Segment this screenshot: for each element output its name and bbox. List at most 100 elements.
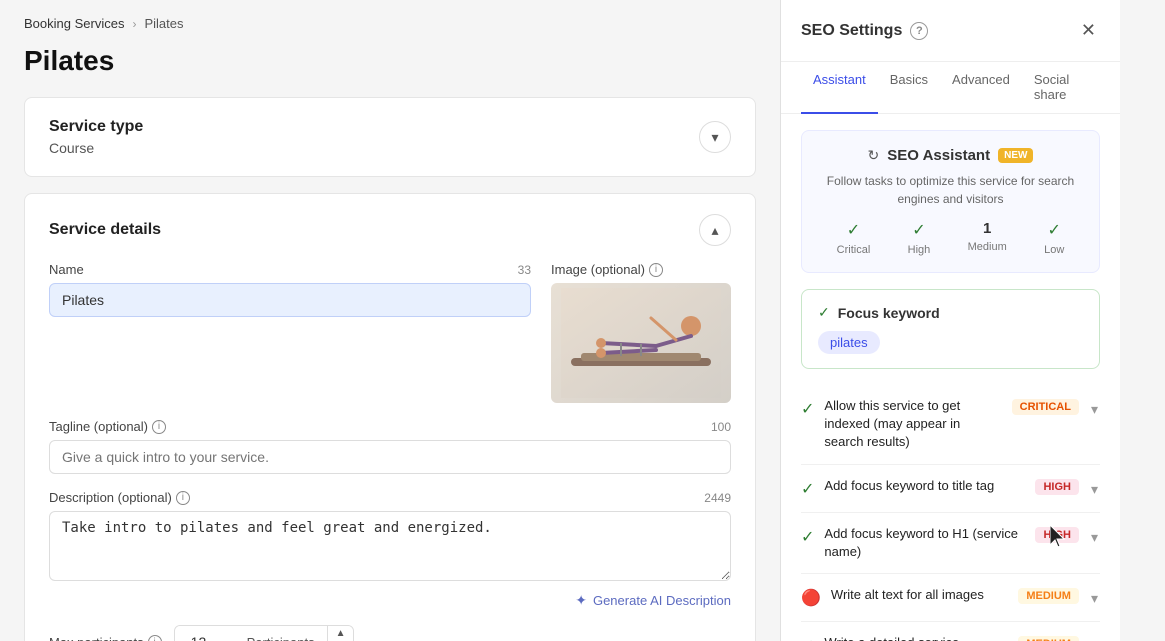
status-low: ✓ Low: [1044, 220, 1064, 256]
name-field-col: Name 33: [49, 262, 531, 403]
seo-header: SEO Settings ? ✕: [781, 0, 1120, 62]
task-index-badge: CRITICAL: [1012, 399, 1079, 415]
tagline-label-row: Tagline (optional) i 100: [49, 419, 731, 434]
max-participants-label: Max participants i: [49, 635, 162, 641]
image-label: Image (optional) i: [551, 262, 663, 277]
task-desc-check: ✓: [801, 636, 814, 641]
task-h1-info: Add focus keyword to H1 (service name): [824, 525, 1025, 561]
participants-info-icon[interactable]: i: [148, 635, 162, 641]
pilates-image-svg: [561, 288, 721, 398]
name-image-row: Name 33 Image (optional) i: [49, 262, 731, 403]
service-details-card: Service details ▴ Name 33 Imag: [24, 193, 756, 641]
task-title-info: Add focus keyword to title tag: [824, 477, 1025, 495]
task-alt-info: Write alt text for all images: [831, 586, 1008, 604]
assistant-desc: Follow tasks to optimize this service fo…: [818, 172, 1083, 208]
ai-sparkle-icon: ✦: [575, 592, 587, 609]
critical-check: ✓: [847, 220, 860, 240]
seo-help-icon[interactable]: ?: [910, 22, 928, 40]
focus-keyword-header: ✓ Focus keyword: [818, 304, 1083, 321]
focus-keyword-title: Focus keyword: [838, 305, 940, 321]
service-type-toggle[interactable]: ▾: [699, 121, 731, 153]
task-index: ✓ Allow this service to get indexed (may…: [801, 385, 1100, 464]
status-row: ✓ Critical ✓ High 1 Medium ✓ Low: [818, 220, 1083, 256]
tagline-info-icon[interactable]: i: [152, 420, 166, 434]
seo-title: SEO Settings ?: [801, 22, 928, 40]
service-details-title: Service details: [49, 221, 161, 239]
tab-assistant[interactable]: Assistant: [801, 62, 878, 114]
tagline-label: Tagline (optional) i: [49, 419, 166, 434]
service-type-header: Service type Course ▾: [49, 118, 731, 156]
page-title: Pilates: [24, 45, 756, 77]
service-details-toggle[interactable]: ▴: [699, 214, 731, 246]
breadcrumb: Booking Services › Pilates: [24, 16, 756, 31]
breadcrumb-parent[interactable]: Booking Services: [24, 16, 124, 31]
tagline-input[interactable]: [49, 440, 731, 474]
image-info-icon[interactable]: i: [649, 263, 663, 277]
assistant-box: ↻ SEO Assistant NEW Follow tasks to opti…: [801, 130, 1100, 273]
image-label-row: Image (optional) i: [551, 262, 731, 277]
assistant-header: ↻ SEO Assistant NEW: [818, 147, 1083, 164]
critical-label: Critical: [837, 244, 871, 256]
tab-social-share[interactable]: Social share: [1022, 62, 1100, 114]
task-h1: ✓ Add focus keyword to H1 (service name)…: [801, 512, 1100, 573]
task-index-info: Allow this service to get indexed (may a…: [824, 397, 1001, 452]
participants-stepper[interactable]: 12 Participants ▲ ▼: [174, 625, 355, 641]
left-panel: Booking Services › Pilates Pilates Servi…: [0, 0, 780, 641]
task-index-expand[interactable]: ▾: [1089, 399, 1100, 420]
stepper-arrows[interactable]: ▲ ▼: [327, 626, 354, 641]
task-title-check: ✓: [801, 479, 814, 499]
pilates-image: [551, 283, 731, 403]
image-field-col: Image (optional) i: [551, 262, 731, 403]
task-alt-check: 🔴: [801, 588, 821, 608]
description-label: Description (optional) i: [49, 490, 190, 505]
description-info-icon[interactable]: i: [176, 491, 190, 505]
task-index-name: Allow this service to get indexed (may a…: [824, 398, 960, 449]
participants-unit: Participants: [235, 627, 327, 641]
name-input[interactable]: [49, 283, 531, 317]
assistant-title: SEO Assistant: [887, 147, 990, 164]
service-type-info: Service type Course: [49, 118, 143, 156]
seo-close-button[interactable]: ✕: [1077, 16, 1100, 45]
task-title-tag: ✓ Add focus keyword to title tag HIGH ▾: [801, 464, 1100, 512]
medium-label: Medium: [968, 241, 1007, 253]
service-type-card: Service type Course ▾: [24, 97, 756, 177]
task-list: ✓ Allow this service to get indexed (may…: [801, 385, 1100, 641]
task-h1-check: ✓: [801, 527, 814, 547]
max-participants-row: Max participants i 12 Participants ▲ ▼: [49, 625, 731, 641]
task-alt-badge: MEDIUM: [1018, 588, 1079, 604]
tab-basics[interactable]: Basics: [878, 62, 940, 114]
name-label-row: Name 33: [49, 262, 531, 277]
high-check: ✓: [912, 220, 925, 240]
focus-keyword-box: ✓ Focus keyword pilates: [801, 289, 1100, 369]
stepper-up[interactable]: ▲: [328, 626, 354, 641]
task-h1-expand[interactable]: ▾: [1089, 527, 1100, 548]
status-medium: 1 Medium: [968, 220, 1007, 256]
task-alt-expand[interactable]: ▾: [1089, 588, 1100, 609]
tagline-field: Tagline (optional) i 100: [49, 419, 731, 474]
task-desc-expand[interactable]: ▾: [1089, 636, 1100, 641]
seo-tabs: Assistant Basics Advanced Social share: [781, 62, 1120, 114]
description-field: Description (optional) i 2449 Take intro…: [49, 490, 731, 584]
task-alt-text: 🔴 Write alt text for all images MEDIUM ▾: [801, 573, 1100, 621]
task-desc-badge: MEDIUM: [1018, 636, 1079, 641]
task-h1-badge: HIGH: [1035, 527, 1079, 543]
new-badge: NEW: [998, 148, 1033, 163]
description-input[interactable]: Take intro to pilates and feel great and…: [49, 511, 731, 581]
task-alt-name: Write alt text for all images: [831, 587, 984, 602]
status-critical: ✓ Critical: [837, 220, 871, 256]
tab-advanced[interactable]: Advanced: [940, 62, 1022, 114]
low-check: ✓: [1048, 220, 1061, 240]
generate-ai-btn[interactable]: ✦ Generate AI Description: [49, 592, 731, 609]
medium-number: 1: [983, 220, 991, 237]
service-details-header: Service details ▴: [49, 214, 731, 246]
task-description: ✓ Write a detailed service description w…: [801, 621, 1100, 641]
task-h1-name: Add focus keyword to H1 (service name): [824, 526, 1018, 559]
low-label: Low: [1044, 244, 1064, 256]
name-label: Name: [49, 262, 84, 277]
high-label: High: [908, 244, 931, 256]
description-char-count: 2449: [704, 491, 731, 505]
seo-content: ↻ SEO Assistant NEW Follow tasks to opti…: [781, 114, 1120, 641]
task-desc-info: Write a detailed service description wit…: [824, 634, 1008, 641]
task-title-expand[interactable]: ▾: [1089, 479, 1100, 500]
task-desc-name: Write a detailed service description wit…: [824, 635, 1000, 641]
